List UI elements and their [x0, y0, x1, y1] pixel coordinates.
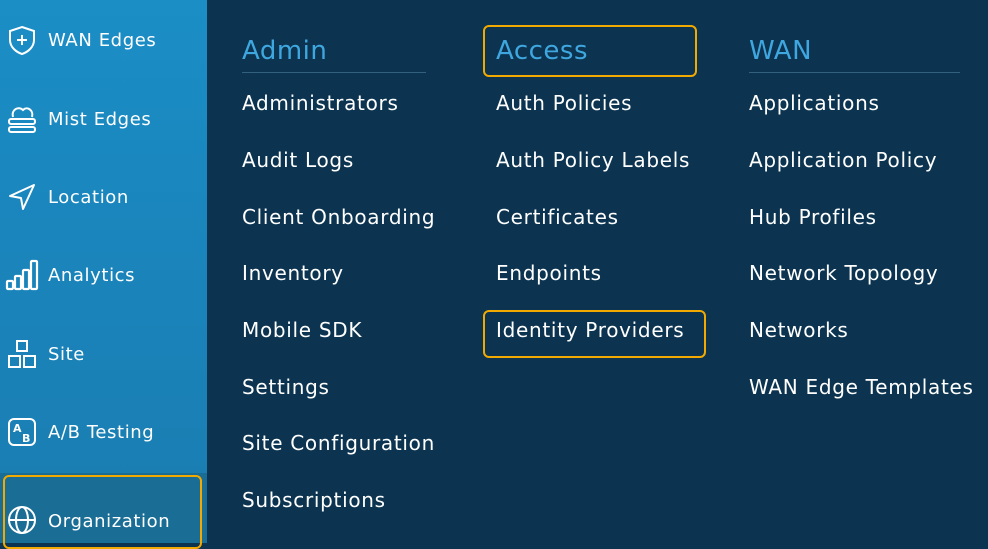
menu-link-audit-logs[interactable]: Audit Logs: [242, 147, 354, 173]
sidebar-item-label: WAN Edges: [48, 29, 157, 51]
wan-heading: WAN: [749, 30, 960, 73]
sidebar-item-label: A/B Testing: [48, 421, 155, 443]
location-arrow-icon: [5, 180, 39, 214]
menu-link-certificates[interactable]: Certificates: [496, 204, 619, 230]
sidebar: WAN Edges Mist Edges Location Analytics …: [0, 0, 207, 549]
svg-text:B: B: [22, 432, 31, 445]
sidebar-item-ab-testing[interactable]: A B A/B Testing: [0, 397, 207, 467]
menu-link-network-topology[interactable]: Network Topology: [749, 260, 938, 286]
access-heading: Access: [496, 36, 589, 66]
menu-link-applications[interactable]: Applications: [749, 90, 880, 116]
mist-edge-icon: [5, 102, 39, 136]
site-blocks-icon: [5, 337, 39, 371]
svg-text:A: A: [13, 422, 22, 435]
menu-link-subscriptions[interactable]: Subscriptions: [242, 487, 386, 513]
menu-link-wan-edge-templates[interactable]: WAN Edge Templates: [749, 374, 974, 400]
menu-link-hub-profiles[interactable]: Hub Profiles: [749, 204, 877, 230]
menu-link-inventory[interactable]: Inventory: [242, 260, 344, 286]
ab-testing-icon: A B: [5, 415, 39, 449]
globe-icon: [5, 503, 39, 537]
sidebar-item-label: Analytics: [48, 264, 136, 286]
menu-link-client-onboarding[interactable]: Client Onboarding: [242, 204, 435, 230]
sidebar-item-label: Mist Edges: [48, 108, 152, 130]
sidebar-item-wan-edges[interactable]: WAN Edges: [0, 5, 207, 75]
analytics-bars-icon: [5, 258, 39, 292]
plus-shield-icon: [5, 23, 39, 57]
sidebar-item-analytics[interactable]: Analytics: [0, 240, 207, 310]
menu-link-identity-providers[interactable]: Identity Providers: [496, 317, 684, 343]
sidebar-item-location[interactable]: Location: [0, 162, 207, 232]
sidebar-item-organization[interactable]: Organization: [0, 473, 207, 549]
menu-link-auth-policies[interactable]: Auth Policies: [496, 90, 632, 116]
admin-heading: Admin: [242, 30, 426, 73]
menu-link-administrators[interactable]: Administrators: [242, 90, 399, 116]
menu-link-site-configuration[interactable]: Site Configuration: [242, 430, 435, 456]
menu-link-networks[interactable]: Networks: [749, 317, 849, 343]
sidebar-item-site[interactable]: Site: [0, 319, 207, 389]
menu-link-mobile-sdk[interactable]: Mobile SDK: [242, 317, 362, 343]
menu-link-settings[interactable]: Settings: [242, 374, 330, 400]
sidebar-item-label: Organization: [48, 510, 171, 532]
menu-link-endpoints[interactable]: Endpoints: [496, 260, 602, 286]
sidebar-item-mist-edges[interactable]: Mist Edges: [0, 84, 207, 154]
menu-link-application-policy[interactable]: Application Policy: [749, 147, 937, 173]
sidebar-item-label: Location: [48, 186, 129, 208]
sidebar-item-label: Site: [48, 343, 85, 365]
organization-menu: Admin Administrators Audit Logs Client O…: [207, 0, 988, 523]
menu-link-auth-policy-labels[interactable]: Auth Policy Labels: [496, 147, 690, 173]
